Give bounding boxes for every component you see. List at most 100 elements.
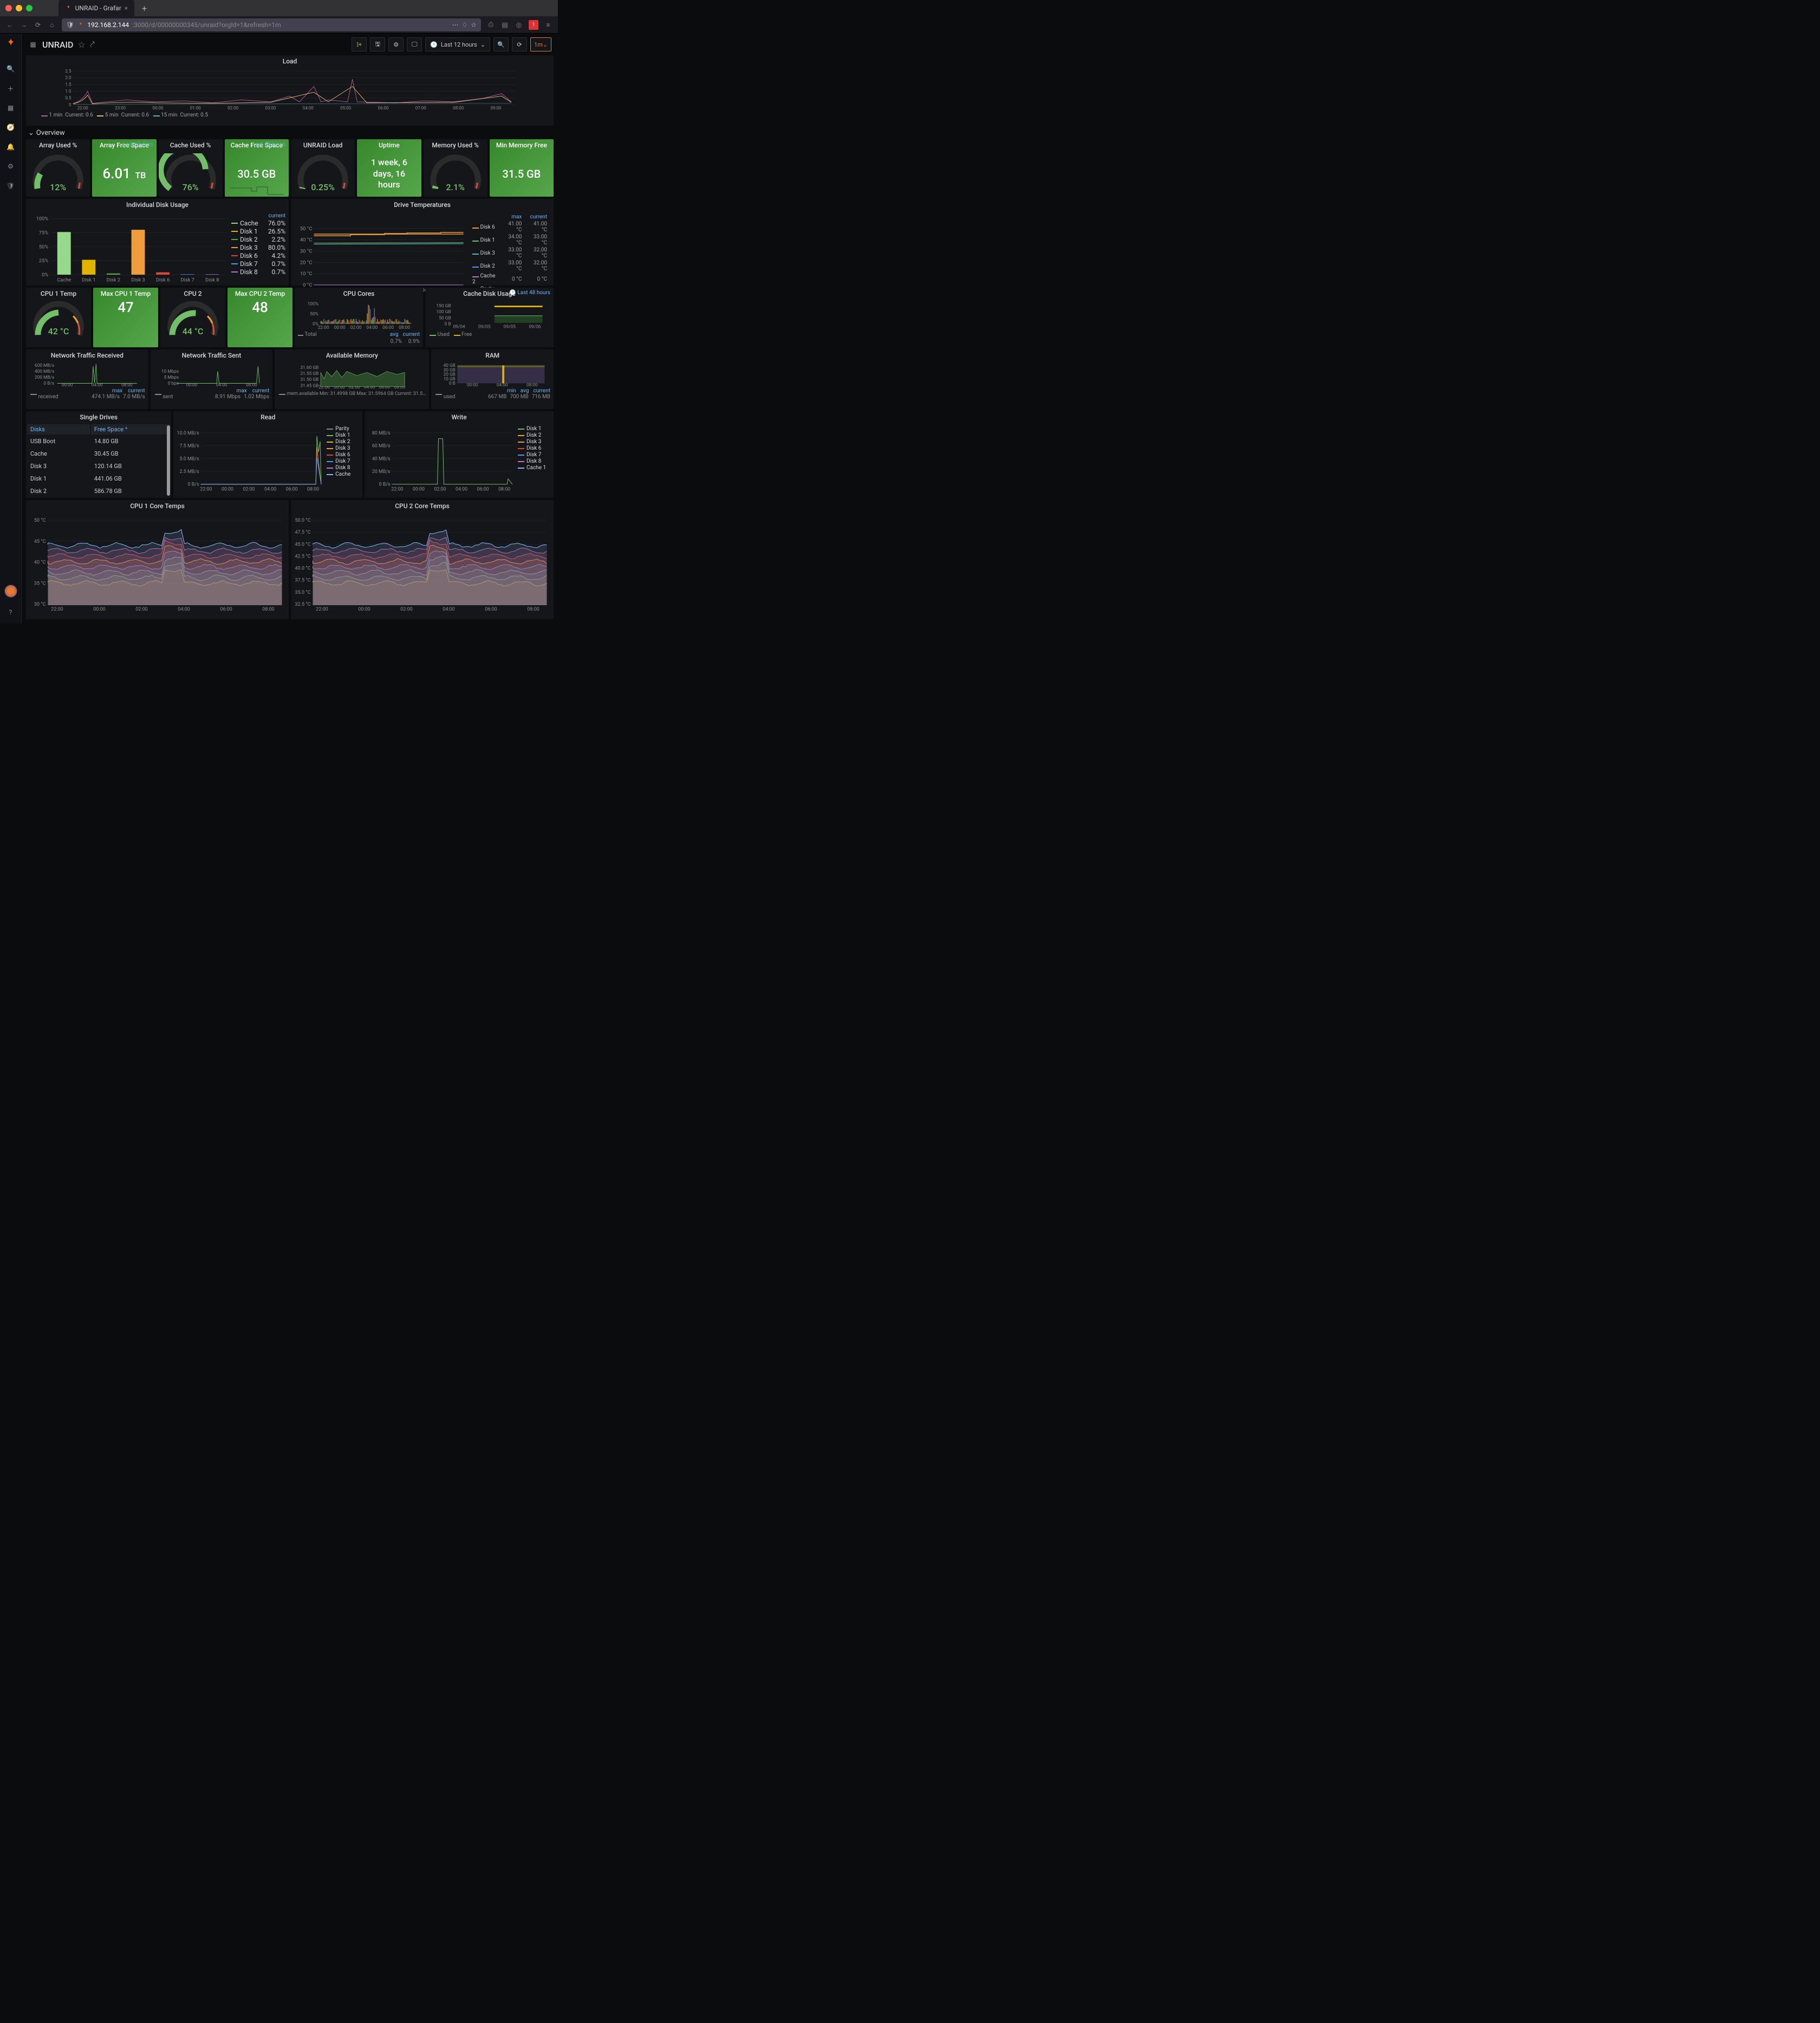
col-disks[interactable]: Disks	[27, 424, 90, 435]
svg-text:Disk 8: Disk 8	[205, 277, 219, 283]
reload-icon[interactable]: ⟳	[34, 21, 42, 29]
panel-cpu-cores[interactable]: CPU Cores 0%50%100%22:0000:0002:0004:000…	[295, 288, 423, 347]
panel-max-cpu1-temp[interactable]: Max CPU 1 Temp 47	[93, 288, 158, 347]
zoom-out-button[interactable]: 🔍	[493, 37, 509, 51]
svg-text:Disk 2: Disk 2	[107, 277, 120, 283]
panel-unraid-load[interactable]: UNRAID Load 0.25%	[291, 139, 355, 197]
tv-mode-button[interactable]: 🖵	[407, 37, 422, 51]
panel-title: Network Traffic Sent	[151, 349, 273, 361]
panel-read[interactable]: Read 0 B/s2.5 MB/s5.0 MB/s7.5 MB/s10.0 M…	[173, 411, 362, 498]
svg-text:02:00: 02:00	[135, 607, 147, 612]
scrollbar[interactable]	[167, 425, 170, 496]
search-icon[interactable]: 🔍	[6, 64, 16, 74]
protection-icon[interactable]: ♢	[461, 21, 467, 29]
user-avatar-icon[interactable]	[4, 585, 17, 598]
panel-cache-free[interactable]: Cache Free Space Last 48 hours 30.5 GB	[225, 139, 289, 197]
svg-text:05:00: 05:00	[340, 106, 351, 111]
explore-icon[interactable]: 🧭	[6, 122, 16, 132]
dashboards-icon[interactable]: ▦	[6, 103, 16, 113]
bookmark-star-icon[interactable]: ☆	[471, 21, 477, 29]
svg-text:150 GB: 150 GB	[436, 303, 451, 309]
save-button[interactable]: 🖫	[370, 37, 385, 51]
table-row[interactable]: Disk 1441.06 GB	[27, 473, 170, 484]
star-icon[interactable]: ☆	[77, 40, 85, 50]
panel-array-free[interactable]: Array Free Space Last 60 days 6.01 TB	[92, 139, 156, 197]
panel-net-rx[interactable]: Network Traffic Received 0 B/s200 MB/s40…	[26, 349, 148, 409]
panel-memory-used[interactable]: Memory Used % 2.1%	[424, 139, 487, 197]
svg-text:02:00: 02:00	[350, 325, 361, 330]
refresh-interval-button[interactable]: 1m ⌄	[530, 37, 551, 51]
panel-min-memory-free[interactable]: Min Memory Free 31.5 GB	[490, 139, 554, 197]
grafana-logo-icon[interactable]	[4, 38, 17, 51]
col-free-space[interactable]: Free Space ^	[91, 424, 170, 435]
more-icon[interactable]: ⋯	[452, 21, 458, 29]
panel-load[interactable]: Load 00.51.01.52.02.522:0023:0000:0001:0…	[26, 55, 554, 126]
forward-icon[interactable]: →	[20, 21, 28, 29]
add-panel-button[interactable]: ⫾+	[352, 37, 367, 51]
panel-single-drives[interactable]: Single Drives Disks Free Space ^ USB Boo…	[26, 411, 171, 498]
panel-write[interactable]: Write 0 B/s20 MB/s40 MB/s60 MB/s80 MB/s2…	[365, 411, 554, 498]
svg-text:08:00: 08:00	[262, 607, 274, 612]
sidebar-icon[interactable]: ▤	[500, 21, 509, 29]
panel-title: CPU 2 Core Temps	[291, 500, 554, 512]
panel-cpu2-core-temps[interactable]: CPU 2 Core Temps 32.5 °C35.0 °C37.5 °C40…	[291, 500, 554, 619]
panel-available-memory[interactable]: Available Memory 31.45 GB31.50 GB31.55 G…	[275, 349, 429, 409]
table-row[interactable]: Cache30.45 GB	[27, 448, 170, 459]
alerting-icon[interactable]: 🔔	[6, 142, 16, 152]
home-icon[interactable]: ⌂	[48, 21, 56, 29]
back-icon[interactable]: ←	[5, 21, 14, 29]
maximize-window-button[interactable]	[26, 5, 32, 11]
panel-max-cpu2-temp[interactable]: Max CPU 2 Temp 48	[227, 288, 292, 347]
clock-icon: 🕑	[430, 41, 438, 48]
panel-net-tx[interactable]: Network Traffic Sent 0 bps5 Mbps10 Mbps0…	[151, 349, 273, 409]
panel-drive-temps[interactable]: Drive Temperatures 0 °C10 °C20 °C30 °C40…	[291, 199, 554, 286]
panel-title: Read	[173, 411, 362, 423]
create-icon[interactable]: ＋	[6, 83, 16, 93]
library-icon[interactable]: ⎙	[486, 21, 495, 29]
svg-text:Disk 1: Disk 1	[82, 277, 95, 283]
svg-text:06:00: 06:00	[485, 607, 497, 612]
panel-cache-used[interactable]: Cache Used % 76%	[159, 139, 223, 197]
configuration-icon[interactable]: ⚙	[6, 161, 16, 171]
panel-grid-icon[interactable]: ▦	[28, 40, 38, 49]
menu-icon[interactable]: ≡	[544, 21, 552, 29]
svg-text:40 GB: 40 GB	[444, 363, 456, 368]
svg-text:75%: 75%	[39, 230, 48, 236]
refresh-button[interactable]: ⟳	[512, 37, 527, 51]
panel-ram[interactable]: RAM 0 B10 GB20 GB30 GB40 GB00:0004:0008:…	[431, 349, 554, 409]
account-icon[interactable]: ◎	[515, 21, 523, 29]
svg-text:04:00: 04:00	[303, 106, 314, 111]
browser-toolbar: ← → ⟳ ⌂ 🛡 192.168.2.144:3000/d/000000003…	[0, 16, 558, 34]
new-tab-button[interactable]: +	[142, 3, 147, 14]
panel-disk-usage[interactable]: Individual Disk Usage 0%25%50%75%100%Cac…	[26, 199, 289, 286]
panel-title: Individual Disk Usage	[26, 199, 289, 211]
table-row[interactable]: USB Boot14.80 GB	[27, 436, 170, 447]
panel-cpu2-temp[interactable]: CPU 2 44 °C	[160, 288, 225, 347]
chevron-down-icon: ⌄	[543, 41, 548, 48]
help-icon[interactable]: ?	[6, 607, 16, 617]
url-input[interactable]: 🛡 192.168.2.144:3000/d/00000000345/unrai…	[62, 18, 481, 31]
close-tab-icon[interactable]: ×	[125, 4, 128, 12]
share-icon[interactable]: ⤤	[90, 39, 95, 50]
panel-cache-disk-usage[interactable]: Cache Disk Usage 🕑 Last 48 hours 0 B50 G…	[425, 288, 554, 347]
time-range-picker[interactable]: 🕑 Last 12 hours ⌄	[425, 37, 490, 51]
panel-array-used[interactable]: Array Used % 12%	[26, 139, 90, 197]
minimize-window-button[interactable]	[16, 5, 22, 11]
cache-disk-chart: 0 B50 GB100 GB150 GB09/0409/0509/0509/06	[425, 300, 554, 330]
svg-text:31.55 GB: 31.55 GB	[301, 371, 319, 377]
close-window-button[interactable]	[5, 5, 12, 11]
svg-text:0 B/s: 0 B/s	[188, 482, 199, 488]
extension-badge-icon[interactable]: 1	[529, 20, 538, 30]
table-row[interactable]: Disk 3120.14 GB	[27, 461, 170, 472]
svg-text:22:00: 22:00	[391, 487, 403, 492]
row-overview-header[interactable]: ⌄ Overview	[26, 126, 554, 139]
panel-uptime[interactable]: Uptime 1 week, 6 days, 16 hours	[357, 139, 421, 197]
panel-cpu1-core-temps[interactable]: CPU 1 Core Temps 30 °C35 °C40 °C45 °C50 …	[26, 500, 289, 619]
server-admin-icon[interactable]: 🛡	[6, 181, 16, 191]
svg-text:06:00: 06:00	[220, 607, 232, 612]
browser-tab[interactable]: UNRAID - Grafana ×	[58, 0, 134, 16]
svg-text:08:00: 08:00	[527, 607, 539, 612]
table-row[interactable]: Disk 2586.78 GB	[27, 485, 170, 497]
settings-button[interactable]: ⚙	[388, 37, 404, 51]
panel-cpu1-temp[interactable]: CPU 1 Temp 42 °C	[26, 288, 91, 347]
